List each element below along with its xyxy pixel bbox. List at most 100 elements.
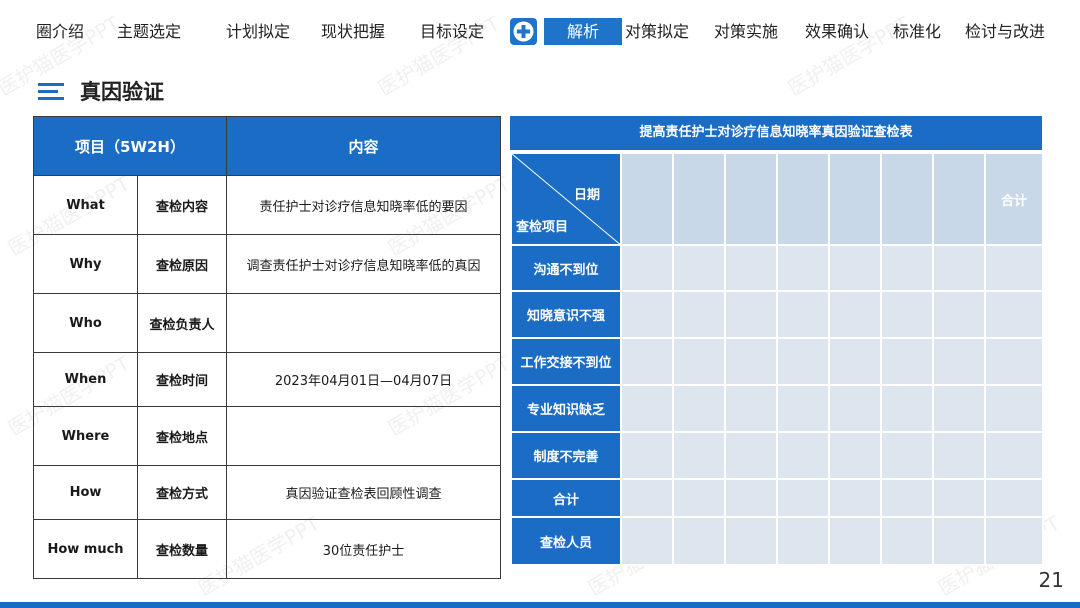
data-cell[interactable] [932, 290, 986, 339]
section-title: 真因验证 [80, 80, 164, 104]
data-cell[interactable] [776, 290, 830, 339]
data-cell[interactable] [932, 384, 986, 433]
data-cell[interactable] [984, 431, 1044, 480]
data-cell[interactable] [984, 516, 1044, 566]
data-cell[interactable] [672, 516, 726, 566]
data-cell[interactable] [828, 478, 882, 518]
data-cell[interactable] [828, 384, 882, 433]
nav-item-goal[interactable]: 目标设定 [420, 20, 484, 44]
menu-lines-icon [38, 83, 64, 101]
data-cell[interactable] [724, 384, 778, 433]
data-cell[interactable] [724, 290, 778, 339]
data-cell[interactable] [984, 337, 1044, 386]
data-cell[interactable] [880, 290, 934, 339]
data-cell[interactable] [984, 384, 1044, 433]
bottom-bar [0, 602, 1080, 608]
data-cell[interactable] [984, 478, 1044, 518]
data-cell[interactable] [672, 384, 726, 433]
data-cell[interactable] [828, 516, 882, 566]
data-cell[interactable] [776, 516, 830, 566]
data-cell[interactable] [724, 244, 778, 292]
data-cell[interactable] [828, 337, 882, 386]
data-cell[interactable] [672, 337, 726, 386]
data-cell[interactable] [828, 290, 882, 339]
row-label: 工作交接不到位 [510, 337, 622, 386]
table-row: 合计 [510, 478, 1044, 518]
data-cell[interactable] [932, 431, 986, 480]
data-cell[interactable] [880, 384, 934, 433]
data-cell[interactable] [672, 290, 726, 339]
data-cell[interactable] [828, 431, 882, 480]
nav-item-standardize[interactable]: 标准化 [893, 20, 941, 44]
table-row: Where 查检地点 [33, 406, 502, 466]
5w2h-table: 项目（5W2H） 内容 What 查检内容 责任护士对诊疗信息知晓率低的要因 W… [32, 116, 502, 579]
table-row: 专业知识缺乏 [510, 384, 1044, 433]
data-cell[interactable] [620, 384, 674, 433]
date-cell[interactable] [620, 152, 674, 246]
row-content: 责任护士对诊疗信息知晓率低的要因 [226, 175, 502, 235]
data-cell[interactable] [620, 244, 674, 292]
nav-item-countermeasure[interactable]: 对策拟定 [625, 20, 689, 44]
data-cell[interactable] [724, 516, 778, 566]
data-cell[interactable] [672, 431, 726, 480]
row-content: 真因验证查检表回顾性调查 [226, 465, 502, 520]
data-cell[interactable] [932, 244, 986, 292]
data-cell[interactable] [776, 244, 830, 292]
nav-item-topic[interactable]: 主题选定 [117, 20, 181, 44]
date-cell[interactable] [828, 152, 882, 246]
data-cell[interactable] [776, 384, 830, 433]
nav-item-review[interactable]: 检讨与改进 [965, 20, 1045, 44]
table-row: Who 查检负责人 [33, 293, 502, 353]
data-cell[interactable] [932, 478, 986, 518]
data-cell[interactable] [984, 290, 1044, 339]
row-content: 30位责任护士 [226, 519, 502, 579]
nav-item-analysis-active[interactable]: 解析 [544, 18, 622, 45]
top-nav: 圈介绍 主题选定 计划拟定 现状把握 目标设定 解析 对策拟定 对策实施 效果确… [0, 0, 1080, 62]
data-cell[interactable] [620, 516, 674, 566]
date-cell[interactable] [932, 152, 986, 246]
date-cell[interactable] [776, 152, 830, 246]
row-cn-label: 查检内容 [136, 175, 228, 235]
row-cn-label: 查检数量 [136, 519, 228, 579]
data-cell[interactable] [672, 244, 726, 292]
data-cell[interactable] [620, 478, 674, 518]
data-cell[interactable] [776, 478, 830, 518]
nav-item-status[interactable]: 现状把握 [321, 20, 385, 44]
date-cell[interactable] [724, 152, 778, 246]
data-cell[interactable] [724, 431, 778, 480]
date-cell[interactable] [672, 152, 726, 246]
row-cn-label: 查检原因 [136, 234, 228, 294]
row-en-label: Who [33, 293, 138, 353]
nav-item-implementation[interactable]: 对策实施 [714, 20, 778, 44]
table-row: 工作交接不到位 [510, 337, 1044, 386]
row-label: 沟通不到位 [510, 244, 622, 292]
data-cell[interactable] [880, 337, 934, 386]
data-cell[interactable] [932, 516, 986, 566]
date-cell[interactable] [880, 152, 934, 246]
row-label: 制度不完善 [510, 431, 622, 480]
data-cell[interactable] [672, 478, 726, 518]
row-en-label: What [33, 175, 138, 235]
data-cell[interactable] [620, 337, 674, 386]
data-cell[interactable] [880, 516, 934, 566]
corner-date-label: 日期 [573, 188, 600, 203]
nav-item-effect[interactable]: 效果确认 [805, 20, 869, 44]
row-en-label: How [33, 465, 138, 520]
row-content: 调查责任护士对诊疗信息知晓率低的真因 [226, 234, 502, 294]
data-cell[interactable] [776, 431, 830, 480]
data-cell[interactable] [880, 478, 934, 518]
data-cell[interactable] [620, 431, 674, 480]
nav-item-intro[interactable]: 圈介绍 [36, 20, 84, 44]
data-cell[interactable] [984, 244, 1044, 292]
row-content [226, 406, 502, 466]
data-cell[interactable] [880, 244, 934, 292]
data-cell[interactable] [880, 431, 934, 480]
data-cell[interactable] [620, 290, 674, 339]
nav-item-plan[interactable]: 计划拟定 [226, 20, 290, 44]
data-cell[interactable] [724, 478, 778, 518]
data-cell[interactable] [776, 337, 830, 386]
data-cell[interactable] [828, 244, 882, 292]
data-cell[interactable] [724, 337, 778, 386]
plus-icon[interactable] [510, 18, 537, 45]
data-cell[interactable] [932, 337, 986, 386]
